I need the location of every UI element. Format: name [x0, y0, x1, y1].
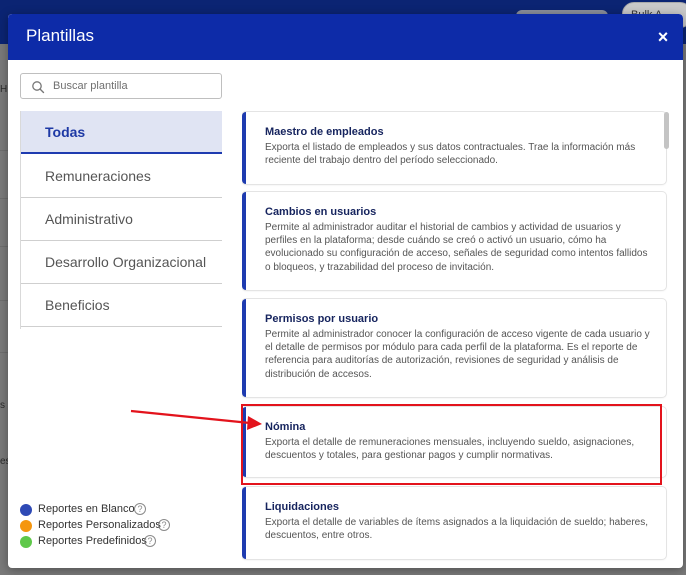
help-icon[interactable]: ?	[144, 535, 156, 547]
background-text: s	[0, 400, 5, 411]
card-description: Exporta el listado de empleados y sus da…	[265, 142, 636, 167]
modal-title: Plantillas	[26, 26, 95, 45]
template-card[interactable]: Maestro de empleados Exporta el listado …	[242, 112, 666, 184]
help-icon[interactable]: ?	[158, 519, 170, 531]
template-card[interactable]: Nómina Exporta el detalle de remuneracio…	[242, 407, 666, 477]
background-divider	[0, 150, 8, 151]
search-input[interactable]	[53, 77, 213, 95]
template-card[interactable]: Liquidaciones Exporta el detalle de vari…	[242, 487, 666, 559]
background-divider	[0, 198, 8, 199]
search-icon	[32, 81, 45, 94]
card-description: Permite al administrador conocer la conf…	[265, 329, 650, 380]
nav-item-administrativo[interactable]: Administrativo	[21, 198, 222, 241]
card-title: Cambios en usuarios	[265, 206, 377, 218]
blue-dot-icon	[20, 504, 32, 516]
search-box[interactable]	[20, 73, 222, 99]
scrollbar[interactable]	[664, 112, 669, 149]
card-title: Maestro de empleados	[265, 126, 384, 138]
template-card[interactable]: Cambios en usuarios Permite al administr…	[242, 192, 666, 290]
card-description: Exporta el detalle de variables de ítems…	[265, 517, 649, 542]
nav-item-beneficios[interactable]: Beneficios	[21, 284, 222, 327]
nav-item-desarrollo-organizacional[interactable]: Desarrollo Organizacional	[21, 241, 222, 284]
green-dot-icon	[20, 536, 32, 548]
background-text: H	[0, 84, 8, 95]
template-card-list: Maestro de empleados Exporta el listado …	[242, 110, 674, 568]
background-divider	[0, 246, 8, 247]
card-title: Nómina	[265, 421, 306, 433]
nav-item-remuneraciones[interactable]: Remuneraciones	[21, 155, 222, 198]
help-icon[interactable]: ?	[134, 503, 146, 515]
background-divider	[0, 300, 8, 301]
nav-item-todas[interactable]: Todas	[21, 111, 222, 154]
category-nav: Todas Remuneraciones Administrativo Desa…	[20, 111, 222, 329]
legend-label: Reportes Personalizados	[38, 519, 161, 531]
modal-header: Plantillas ×	[8, 14, 683, 60]
legend-label: Reportes en Blanco	[38, 503, 135, 515]
close-button[interactable]: ×	[652, 26, 674, 48]
card-title: Permisos por usuario	[265, 313, 379, 325]
templates-modal: Plantillas × Todas Remuneraciones Admini…	[8, 14, 683, 568]
card-description: Permite al administrador auditar el hist…	[265, 222, 648, 273]
background-divider	[0, 352, 8, 353]
legend-label: Reportes Predefinidos	[38, 535, 147, 547]
orange-dot-icon	[20, 520, 32, 532]
card-title: Liquidaciones	[265, 501, 339, 513]
template-card[interactable]: Permisos por usuario Permite al administ…	[242, 299, 666, 397]
card-description: Exporta el detalle de remuneraciones men…	[265, 437, 635, 462]
